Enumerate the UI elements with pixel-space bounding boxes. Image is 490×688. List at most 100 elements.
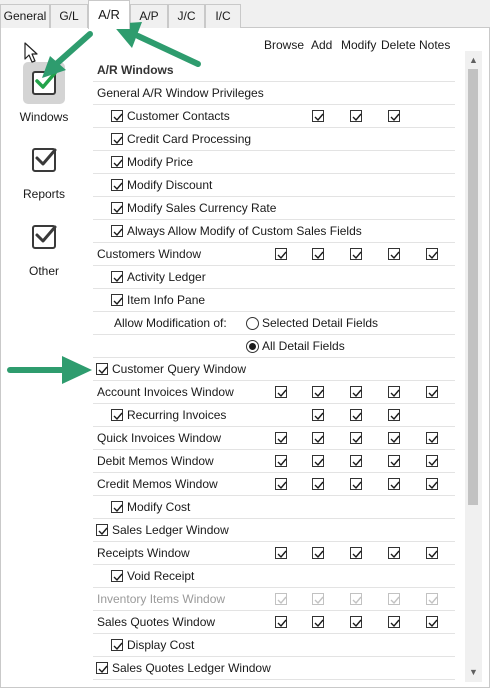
privilege-row-a-r-windows: A/R Windows [93, 59, 455, 82]
column-checkbox-modify[interactable] [350, 409, 362, 421]
column-checkbox-delete[interactable] [388, 409, 400, 421]
tab-ap[interactable]: A/P [130, 4, 168, 28]
column-checkbox-add [312, 593, 324, 605]
allow-modification-label: Allow Modification of: [114, 316, 227, 330]
privilege-checkbox[interactable] [111, 202, 123, 214]
privilege-row-allow-modification-of: Allow Modification of: Selected Detail Fi… [93, 312, 455, 335]
privilege-checkbox[interactable] [111, 639, 123, 651]
privilege-checkbox[interactable] [111, 225, 123, 237]
privilege-label: Credit Card Processing [127, 132, 252, 146]
privilege-label: Item Info Pane [127, 293, 206, 307]
column-checkbox-add[interactable] [312, 248, 324, 260]
privilege-checkbox[interactable] [111, 570, 123, 582]
privileges-grid: A/R Windows General A/R Window Privileges… [93, 59, 455, 680]
tab-general[interactable]: General [0, 4, 50, 28]
scroll-up-icon[interactable]: ▲ [468, 55, 479, 66]
privilege-checkbox[interactable] [111, 110, 123, 122]
column-checkbox-modify[interactable] [350, 432, 362, 444]
tab-gl[interactable]: G/L [50, 4, 88, 28]
privilege-label: Modify Discount [127, 178, 213, 192]
column-checkbox-modify[interactable] [350, 248, 362, 260]
privilege-checkbox[interactable] [96, 524, 108, 536]
column-checkbox-notes[interactable] [426, 432, 438, 444]
privilege-label: Debit Memos Window [97, 454, 214, 468]
tab-ic[interactable]: I/C [205, 4, 241, 28]
privilege-row-inventory-items-window: Inventory Items Window [93, 588, 455, 611]
column-checkbox-add[interactable] [312, 455, 324, 467]
category-reports[interactable]: Reports [14, 139, 74, 201]
column-checkbox-notes[interactable] [426, 547, 438, 559]
column-checkbox-delete[interactable] [388, 110, 400, 122]
column-checkbox-add[interactable] [312, 409, 324, 421]
privilege-row-customer-query-window: Customer Query Window [93, 358, 455, 381]
tab-jc[interactable]: J/C [168, 4, 205, 28]
column-checkbox-delete[interactable] [388, 478, 400, 490]
column-checkbox-delete[interactable] [388, 432, 400, 444]
privilege-checkbox[interactable] [96, 662, 108, 674]
column-checkbox-add[interactable] [312, 478, 324, 490]
privilege-row-sales-ledger-window: Sales Ledger Window [93, 519, 455, 542]
privilege-row-modify-sales-currency-rate: Modify Sales Currency Rate [93, 197, 455, 220]
radio-selected-detail-fields[interactable] [246, 317, 259, 330]
scroll-thumb[interactable] [468, 69, 478, 505]
privilege-checkbox[interactable] [111, 156, 123, 168]
column-checkbox-browse[interactable] [275, 248, 287, 260]
category-other[interactable]: Other [14, 216, 74, 278]
privilege-checkbox[interactable] [96, 363, 108, 375]
column-checkbox-modify[interactable] [350, 386, 362, 398]
column-checkbox-modify[interactable] [350, 478, 362, 490]
privilege-label: Receipts Window [97, 546, 190, 560]
column-checkbox-delete[interactable] [388, 616, 400, 628]
column-checkbox-modify[interactable] [350, 455, 362, 467]
privilege-checkbox[interactable] [111, 179, 123, 191]
column-checkbox-notes[interactable] [426, 616, 438, 628]
privilege-label: Account Invoices Window [97, 385, 234, 399]
column-checkbox-add[interactable] [312, 547, 324, 559]
privilege-label: Void Receipt [127, 569, 195, 583]
column-checkbox-add[interactable] [312, 386, 324, 398]
column-checkbox-add[interactable] [312, 110, 324, 122]
column-checkbox-delete[interactable] [388, 455, 400, 467]
privilege-label: A/R Windows [97, 63, 174, 77]
scroll-down-icon[interactable]: ▼ [468, 667, 479, 678]
column-header-modify: Modify [341, 38, 377, 52]
category-label: Windows [19, 110, 69, 124]
column-checkbox-browse[interactable] [275, 478, 287, 490]
column-checkbox-notes[interactable] [426, 478, 438, 490]
vertical-scrollbar[interactable]: ▲ ▼ [465, 51, 482, 682]
privilege-label: Credit Memos Window [97, 477, 218, 491]
privilege-checkbox[interactable] [111, 133, 123, 145]
radio-all-detail-fields[interactable] [246, 340, 259, 353]
column-checkbox-browse[interactable] [275, 455, 287, 467]
column-checkbox-browse[interactable] [275, 432, 287, 444]
column-checkbox-notes[interactable] [426, 455, 438, 467]
column-checkbox-notes[interactable] [426, 386, 438, 398]
column-checkbox-delete[interactable] [388, 547, 400, 559]
privilege-checkbox[interactable] [111, 271, 123, 283]
column-checkbox-browse[interactable] [275, 386, 287, 398]
privilege-label: Sales Quotes Window [97, 615, 216, 629]
other-icon-tile [23, 216, 65, 258]
column-checkbox-browse[interactable] [275, 616, 287, 628]
tab-ar[interactable]: A/R [88, 0, 130, 29]
category-windows[interactable]: Windows [14, 62, 74, 124]
column-checkbox-modify[interactable] [350, 110, 362, 122]
column-checkbox-add[interactable] [312, 616, 324, 628]
privilege-checkbox[interactable] [111, 409, 123, 421]
column-checkbox-modify [350, 593, 362, 605]
privilege-checkbox[interactable] [111, 501, 123, 513]
column-checkbox-modify[interactable] [350, 547, 362, 559]
column-checkbox-delete[interactable] [388, 386, 400, 398]
privilege-row-item-info-pane: Item Info Pane [93, 289, 455, 312]
privilege-label: Modify Price [127, 155, 194, 169]
column-header-delete: Delete [381, 38, 416, 52]
column-checkbox-delete[interactable] [388, 248, 400, 260]
column-checkbox-add[interactable] [312, 432, 324, 444]
privilege-row-customers-window: Customers Window [93, 243, 455, 266]
privilege-checkbox[interactable] [111, 294, 123, 306]
column-checkbox-modify[interactable] [350, 616, 362, 628]
privilege-row-display-cost: Display Cost [93, 634, 455, 657]
privilege-label: Customer Contacts [127, 109, 230, 123]
column-checkbox-notes[interactable] [426, 248, 438, 260]
column-checkbox-browse[interactable] [275, 547, 287, 559]
